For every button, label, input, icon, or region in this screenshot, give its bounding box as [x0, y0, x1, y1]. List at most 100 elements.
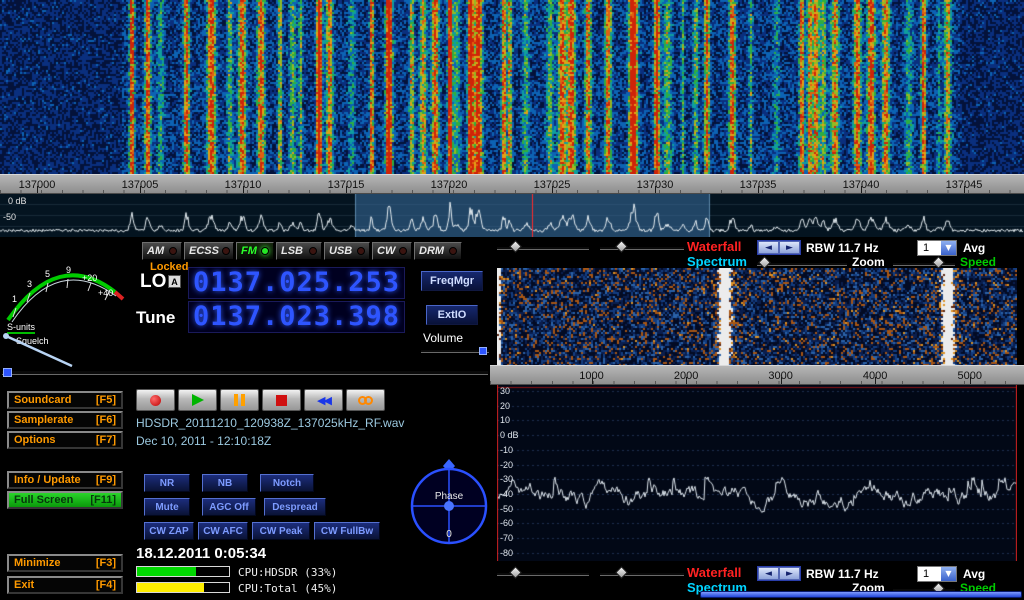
- db-axis-label: -50: [3, 212, 16, 222]
- offset-stepper: ◄►: [757, 240, 801, 255]
- offset-stepper: ◄►: [757, 566, 801, 581]
- main-waterfall-display[interactable]: [0, 0, 1024, 174]
- tick-mark: [655, 186, 656, 193]
- dsp-button-agc-off[interactable]: AGC Off: [202, 498, 256, 516]
- zoomed-frequency-scale[interactable]: 10002000300040005000: [490, 365, 1024, 385]
- play-icon: [192, 394, 204, 406]
- volume-label: Volume: [423, 331, 463, 345]
- right-arrow-button[interactable]: ►: [779, 241, 800, 254]
- dsp-button-despread[interactable]: Despread: [264, 498, 326, 516]
- chevron-down-icon: ▼: [941, 241, 956, 255]
- extio-button[interactable]: ExtIO: [426, 305, 478, 325]
- frequency-tick-label: 137040: [843, 179, 880, 191]
- tick-mark: [140, 186, 141, 193]
- info-update-button[interactable]: Info / Update[F9]: [7, 471, 123, 489]
- main-frequency-scale[interactable]: 1370001370051370101370151370201370251370…: [0, 174, 1024, 194]
- tune-label: Tune: [136, 308, 175, 328]
- waterfall-tab[interactable]: Waterfall: [687, 239, 741, 254]
- db-axis-label: 0 dB: [8, 196, 27, 206]
- waterfall-brightness-thumb[interactable]: [509, 566, 522, 579]
- dsp-button-cw-zap[interactable]: CW ZAP: [144, 522, 194, 540]
- zoom-scrollbar[interactable]: [700, 591, 1022, 598]
- dsp-button-cw-fullbw[interactable]: CW FullBw: [314, 522, 380, 540]
- play-button[interactable]: [178, 389, 217, 411]
- waterfall-contrast-thumb[interactable]: [615, 240, 628, 253]
- tick-mark: [686, 377, 687, 384]
- frequency-tick-label: 137010: [225, 179, 262, 191]
- frequency-tick-label: 137005: [122, 179, 159, 191]
- af-gain-slider[interactable]: [2, 370, 488, 375]
- chevron-down-icon: ▼: [941, 567, 956, 581]
- waterfall-tab[interactable]: Waterfall: [687, 565, 741, 580]
- frequency-tick-label: 3000: [768, 370, 792, 382]
- tick-mark: [758, 186, 759, 193]
- zoomed-spectrum-display[interactable]: [497, 385, 1017, 561]
- avg-select[interactable]: 1▼: [917, 240, 957, 256]
- dsp-button-notch[interactable]: Notch: [260, 474, 314, 492]
- speed-label: Speed: [960, 255, 996, 269]
- dsp-button-nb[interactable]: NB: [202, 474, 248, 492]
- dsp-button-mute[interactable]: Mute: [144, 498, 190, 516]
- loop-button[interactable]: [346, 389, 385, 411]
- options-button[interactable]: Options[F7]: [7, 431, 123, 449]
- full-screen-button[interactable]: Full Screen[F11]: [7, 491, 123, 509]
- tick-mark: [37, 186, 38, 193]
- tick-mark: [346, 186, 347, 193]
- zoom-slider-thumb[interactable]: [758, 256, 771, 269]
- display-controls-bottom: Waterfall ◄► RBW 11.7 Hz 1▼ Avg Spectrum…: [0, 565, 1024, 599]
- tick-mark: [592, 377, 593, 384]
- main-spectrum-display[interactable]: [0, 194, 1024, 237]
- hdsdr-app: 1370001370051370101370151370201370251370…: [0, 0, 1024, 600]
- frequency-tick-label: 1000: [579, 370, 603, 382]
- waterfall-contrast-slider[interactable]: [600, 246, 684, 250]
- speed-slider[interactable]: [893, 262, 955, 266]
- frequency-tick-label: 137030: [637, 179, 674, 191]
- zoom-label: Zoom: [852, 255, 885, 269]
- phase-label: Phase: [435, 491, 464, 502]
- frequency-tick-label: 137000: [19, 179, 56, 191]
- pause-button[interactable]: [220, 389, 259, 411]
- svg-text:1: 1: [12, 294, 17, 304]
- avg-select[interactable]: 1▼: [917, 566, 957, 582]
- right-arrow-button[interactable]: ►: [779, 567, 800, 580]
- meter-red-arc: [115, 292, 123, 299]
- svg-text:+40: +40: [98, 288, 113, 298]
- speed-slider-thumb[interactable]: [932, 256, 945, 269]
- af-gain-slider-thumb[interactable]: [3, 368, 12, 377]
- s-units-label: S-units: [7, 322, 36, 332]
- date-time-display: 18.12.2011 0:05:34: [136, 545, 266, 562]
- frequency-tick-label: 137045: [946, 179, 983, 191]
- soundcard-button[interactable]: Soundcard[F5]: [7, 391, 123, 409]
- rewind-button[interactable]: ◀◀: [304, 389, 343, 411]
- zoomed-waterfall-display[interactable]: [497, 268, 1017, 365]
- samplerate-button[interactable]: Samplerate[F6]: [7, 411, 123, 429]
- spectrum-tab[interactable]: Spectrum: [687, 254, 747, 269]
- frequency-tick-label: 5000: [957, 370, 981, 382]
- recording-filename: HDSDR_20111210_120938Z_137025kHz_RF.wav: [136, 416, 404, 430]
- dsp-button-nr[interactable]: NR: [144, 474, 190, 492]
- tune-frequency-display[interactable]: 0137.023.398: [188, 301, 405, 333]
- record-button[interactable]: [136, 389, 175, 411]
- dsp-button-cw-peak[interactable]: CW Peak: [252, 522, 310, 540]
- rbw-label: RBW 11.7 Hz: [806, 241, 879, 255]
- tick-mark: [552, 186, 553, 193]
- phase-scope: Phase 0: [409, 458, 489, 546]
- waterfall-brightness-thumb[interactable]: [509, 240, 522, 253]
- lo-lock-badge[interactable]: A: [168, 275, 181, 288]
- stop-button[interactable]: [262, 389, 301, 411]
- tick-mark: [970, 377, 971, 384]
- tick-mark: [964, 186, 965, 193]
- left-arrow-button[interactable]: ◄: [758, 241, 779, 254]
- waterfall-contrast-slider[interactable]: [600, 572, 684, 576]
- dsp-button-cw-afc[interactable]: CW AFC: [198, 522, 248, 540]
- volume-slider-thumb[interactable]: [479, 347, 487, 355]
- freqmgr-button[interactable]: FreqMgr: [421, 271, 483, 291]
- loop-icon: [358, 396, 373, 405]
- pause-icon: [234, 394, 245, 406]
- frequency-tick-label: 2000: [674, 370, 698, 382]
- stop-icon: [276, 395, 287, 406]
- squelch-label: Squelch: [16, 336, 49, 346]
- waterfall-contrast-thumb[interactable]: [615, 566, 628, 579]
- left-arrow-button[interactable]: ◄: [758, 567, 779, 580]
- tick-mark: [449, 186, 450, 193]
